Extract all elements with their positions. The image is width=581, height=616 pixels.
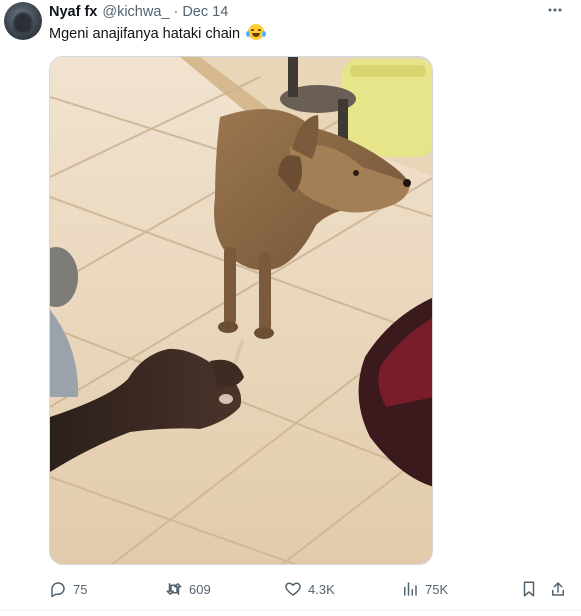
author-name[interactable]: Nyaf fx xyxy=(49,4,97,20)
avatar[interactable] xyxy=(4,2,42,40)
tweet-date[interactable]: Dec 14 xyxy=(182,4,228,20)
tweet-divider xyxy=(0,610,581,611)
tweet-text: Mgeni anajifanya hataki chain xyxy=(49,24,267,43)
reply-icon xyxy=(51,582,65,598)
face-with-tears-of-joy-icon xyxy=(246,24,267,40)
tweet-photo[interactable] xyxy=(49,56,433,565)
separator-dot: · xyxy=(173,4,179,20)
like-count: 4.3K xyxy=(308,581,335,597)
tweet-header: Nyaf fx @kichwa_ · Dec 14 xyxy=(49,3,228,21)
author-handle[interactable]: @kichwa_ xyxy=(102,4,169,20)
like-button[interactable]: 4.3K xyxy=(284,577,335,601)
bookmark-icon xyxy=(523,581,535,597)
views-icon xyxy=(404,582,417,596)
heart-icon xyxy=(285,582,301,596)
tweet-text-body: Mgeni anajifanya hataki chain xyxy=(49,26,241,42)
share-icon xyxy=(552,582,564,596)
reply-button[interactable]: 75 xyxy=(49,577,87,601)
share-button[interactable] xyxy=(549,577,567,601)
tweet-actions: 75 609 4.3K 75K xyxy=(49,577,569,601)
retweet-count: 609 xyxy=(189,581,211,597)
reply-count: 75 xyxy=(73,581,88,597)
dog-photo-illustration xyxy=(50,57,432,564)
views-button[interactable]: 75K xyxy=(401,577,448,601)
retweet-icon xyxy=(166,583,182,595)
views-count: 75K xyxy=(425,581,449,597)
more-options-icon[interactable] xyxy=(545,1,565,19)
tweet[interactable]: Nyaf fx @kichwa_ · Dec 14 Mgeni anajifan… xyxy=(0,0,581,616)
retweet-button[interactable]: 609 xyxy=(165,577,211,601)
bookmark-button[interactable] xyxy=(520,577,538,601)
